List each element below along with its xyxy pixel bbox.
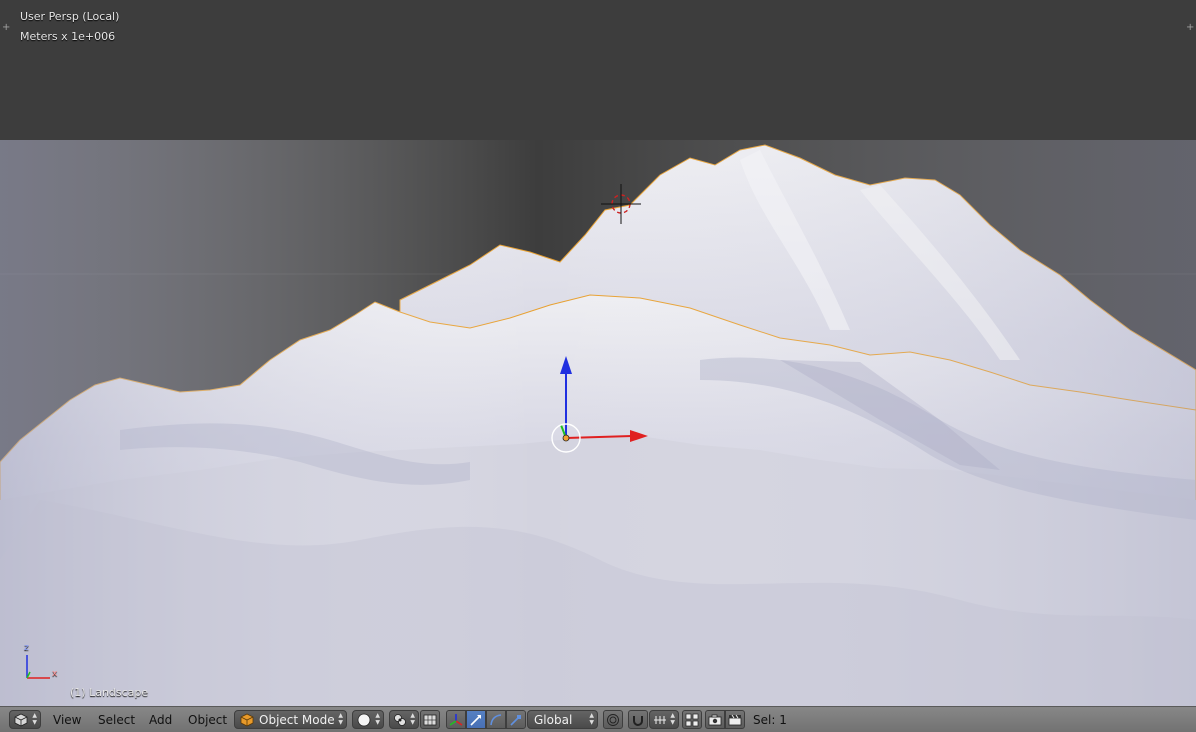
snap-toggle-button[interactable] (628, 710, 648, 729)
clapper-icon (728, 714, 742, 725)
mini-axis-z-label: z (24, 643, 29, 653)
cube-icon (14, 713, 28, 726)
pivot-point-dropdown[interactable]: ▲ ▼ (389, 710, 419, 729)
view-name: User Persp (Local) (20, 10, 120, 23)
mode-dropdown-label: Object Mode (259, 712, 335, 727)
orientation-dropdown-label: Global (534, 712, 573, 727)
chevron-updown-icon: ▲ ▼ (410, 712, 415, 726)
transform-orientation-dropdown[interactable]: Global ▲ ▼ (527, 710, 598, 729)
menu-add[interactable]: Add (149, 712, 172, 728)
rotate-manipulator-button[interactable] (486, 710, 506, 729)
unit-scale: Meters x 1e+006 (20, 30, 116, 43)
camera-icon (708, 714, 722, 725)
selection-info: Sel: 1 (753, 713, 787, 727)
object-mode-cube-icon (240, 713, 254, 726)
manipulator-icon (449, 713, 463, 726)
chevron-updown-icon: ▲ ▼ (32, 712, 37, 726)
landscape-mesh[interactable] (0, 0, 1196, 706)
chevron-updown-icon: ▲ ▼ (670, 712, 675, 726)
menu-select[interactable]: Select (98, 712, 135, 728)
render-animation-button[interactable] (725, 710, 745, 729)
chevron-updown-icon: ▲ ▼ (338, 712, 343, 726)
snap-increment-icon (654, 715, 666, 724)
render-opengl-button[interactable] (705, 710, 725, 729)
editor-type-dropdown[interactable]: ▲ ▼ (9, 710, 41, 729)
layers-icon (685, 713, 699, 726)
translate-manipulator-button[interactable] (466, 710, 486, 729)
menu-view[interactable]: View (53, 712, 81, 728)
snap-element-dropdown[interactable]: ▲ ▼ (649, 710, 679, 729)
viewport-shading-dropdown[interactable]: ▲ ▼ (352, 710, 384, 729)
proportional-edit-icon (607, 713, 619, 726)
mesh-grid-icon (423, 714, 437, 725)
scale-manipulator-button[interactable] (506, 710, 526, 729)
viewport-header: ▲ ▼ View Select Add Object Object Mode ▲ ▼… (0, 706, 1196, 732)
region-toggle-right-icon[interactable]: + (1186, 23, 1194, 33)
limit-selection-visible-button[interactable] (420, 710, 440, 729)
layers-button[interactable] (682, 710, 702, 729)
solid-sphere-icon (357, 713, 371, 726)
pivot-point-icon (394, 713, 406, 726)
rotate-arc-icon (490, 713, 502, 725)
active-object-label: (1) Landscape (70, 686, 149, 699)
manipulator-toggle-button[interactable] (446, 710, 466, 729)
mini-axis-x-label: x (52, 669, 58, 679)
chevron-updown-icon: ▲ ▼ (589, 712, 594, 726)
object-origin (562, 434, 570, 442)
scale-icon (510, 714, 521, 726)
chevron-updown-icon: ▲ ▼ (375, 712, 380, 726)
region-toggle-left-icon[interactable]: + (2, 23, 10, 33)
3d-viewport[interactable]: User Persp (Local) Meters x 1e+006 (1) L… (0, 0, 1196, 706)
magnet-icon (633, 715, 643, 726)
translate-arrow-icon (470, 714, 481, 726)
mode-dropdown[interactable]: Object Mode ▲ ▼ (234, 710, 347, 729)
proportional-edit-button[interactable] (603, 710, 623, 729)
menu-object[interactable]: Object (188, 712, 227, 728)
